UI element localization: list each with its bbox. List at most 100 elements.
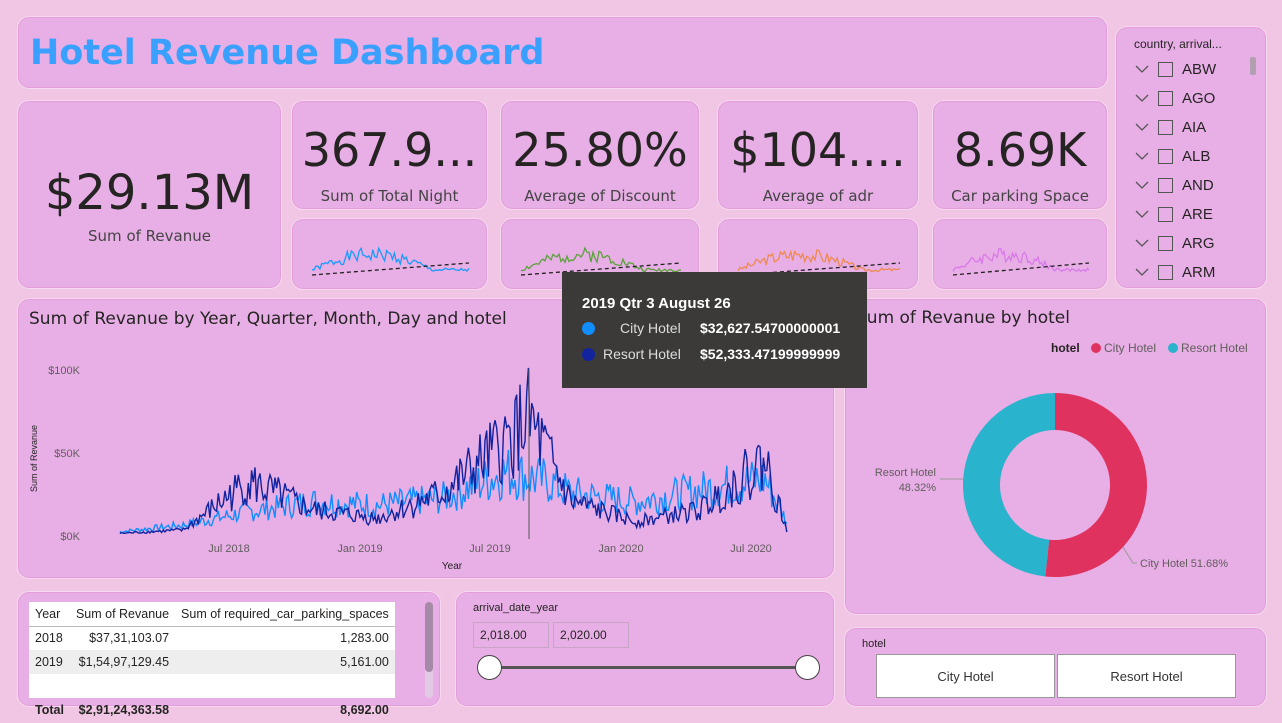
total-cell: Total — [35, 703, 64, 717]
sparkline-path — [952, 247, 1090, 273]
hotel-button-city[interactable]: City Hotel — [876, 654, 1055, 698]
slicer-item-label: ABW — [1182, 60, 1217, 78]
checkbox[interactable] — [1158, 90, 1173, 106]
sparkline-trend — [311, 262, 470, 276]
cell: $37,31,103.07 — [89, 631, 170, 646]
page-title: Hotel Revenue Dashboard — [30, 33, 545, 73]
kpi-revenue-label: Sum of Revanue — [88, 227, 211, 245]
year-to-input[interactable]: 2,020.00 — [553, 622, 629, 648]
x-tick-jul2018: Jul 2018 — [208, 543, 250, 555]
tooltip-city-value: $32,627.54700000001 — [700, 320, 841, 336]
chevron-down-icon[interactable] — [1134, 206, 1150, 222]
slicer-item-and[interactable]: AND — [1134, 174, 1214, 196]
table-scrollbar[interactable] — [425, 602, 433, 698]
kpi-adr-card: $104.... Average of adr — [717, 100, 919, 210]
slicer-item-are[interactable]: ARE — [1134, 203, 1213, 225]
chevron-down-icon[interactable] — [1134, 61, 1150, 77]
legend-city-label[interactable]: City Hotel — [1104, 341, 1156, 355]
x-tick-jan2019: Jan 2019 — [337, 543, 382, 555]
chart-tooltip: 2019 Qtr 3 August 26 City Hotel $32,627.… — [562, 272, 867, 388]
cell: 1,283.00 — [340, 631, 389, 646]
donut-resort-pct: 48.32% — [899, 482, 937, 494]
slicer-item-label: ARM — [1182, 263, 1216, 281]
slicer-item-label: ARE — [1182, 205, 1213, 223]
year-from-input[interactable]: 2,018.00 — [473, 622, 549, 648]
checkbox[interactable] — [1158, 61, 1173, 77]
legend-city-dot — [1091, 343, 1101, 353]
table-row[interactable]: 2018 $37,31,103.07 1,283.00 — [29, 626, 395, 650]
title-card: Hotel Revenue Dashboard — [17, 16, 1108, 89]
sparkline-path — [311, 246, 470, 273]
checkbox[interactable] — [1158, 264, 1173, 280]
slicer-item-aia[interactable]: AIA — [1134, 116, 1206, 138]
table-header-row: Year Sum of Revanue Sum of required_car_… — [29, 602, 395, 626]
slicer-scrollbar[interactable] — [1250, 57, 1256, 75]
tooltip-resort-dot — [582, 348, 595, 361]
checkbox[interactable] — [1158, 206, 1173, 222]
table-card: Year Sum of Revanue Sum of required_car_… — [17, 591, 441, 717]
chevron-down-icon[interactable] — [1134, 177, 1150, 193]
donut-city-label: City Hotel 51.68% — [1140, 558, 1228, 570]
slicer-header: country, arrival... — [1134, 37, 1222, 51]
donut-city-leader — [1120, 543, 1137, 564]
checkbox[interactable] — [1158, 119, 1173, 135]
tooltip-row-city: City Hotel $32,627.54700000001 — [582, 320, 862, 340]
kpi-parking-card: 8.69K Car parking Space — [932, 100, 1108, 210]
legend-resort-dot — [1168, 343, 1178, 353]
cell: 2018 — [35, 631, 63, 646]
chevron-down-icon[interactable] — [1134, 264, 1150, 280]
slicer-item-alb[interactable]: ALB — [1134, 145, 1210, 167]
table-row[interactable]: 2019 $1,54,97,129.45 5,161.00 — [29, 650, 395, 674]
checkbox[interactable] — [1158, 148, 1173, 164]
col-year[interactable]: Year — [29, 602, 70, 626]
donut-slice-resort-hotel[interactable] — [963, 393, 1055, 577]
slicer-item-arm[interactable]: ARM — [1134, 261, 1215, 283]
donut-resort-label: Resort Hotel — [875, 467, 936, 479]
y-axis-label: Sum of Revanue — [29, 425, 39, 492]
donut-card: Sum of Revanue by hotel hotel City Hotel… — [844, 298, 1267, 615]
legend-resort-label[interactable]: Resort Hotel — [1181, 341, 1248, 355]
hotel-button-resort[interactable]: Resort Hotel — [1057, 654, 1236, 698]
year-slider-track[interactable] — [489, 666, 809, 669]
kpi-revenue-value: $29.13M — [44, 165, 255, 221]
slicer-item-ago[interactable]: AGO — [1134, 87, 1215, 109]
slicer-item-label: AIA — [1182, 118, 1207, 136]
year-slicer-label: arrival_date_year — [473, 602, 558, 614]
kpi-parking-value: 8.69K — [953, 123, 1087, 177]
chevron-down-icon[interactable] — [1134, 235, 1150, 251]
slicer-item-arg[interactable]: ARG — [1134, 232, 1215, 254]
chevron-down-icon[interactable] — [1134, 90, 1150, 106]
donut-chart[interactable]: hotel City Hotel Resort Hotel Resort Hot… — [845, 299, 1268, 616]
year-slicer-card: arrival_date_year 2,018.00 2,020.00 — [455, 591, 835, 707]
kpi-adr-label: Average of adr — [762, 187, 874, 205]
tooltip-city-dot — [582, 322, 595, 335]
slicer-item-abw[interactable]: ABW — [1134, 58, 1216, 80]
kpi-discount-card: 25.80% Average of Discount — [500, 100, 700, 210]
y-tick-0k: $0K — [60, 531, 80, 543]
kpi-nights-value: 367.9... — [301, 123, 478, 177]
y-tick-50k: $50K — [54, 448, 80, 460]
total-cell: 8,692.00 — [340, 703, 389, 717]
donut-slice-city-hotel[interactable] — [1045, 393, 1147, 577]
year-slider-handle-left[interactable] — [477, 655, 502, 680]
x-axis-label: Year — [442, 561, 463, 572]
sparkline-parking-card — [932, 218, 1108, 290]
checkbox[interactable] — [1158, 177, 1173, 193]
col-parking[interactable]: Sum of required_car_parking_spaces — [175, 602, 395, 626]
kpi-adr-value: $104.... — [730, 123, 906, 177]
y-tick-100k: $100K — [48, 365, 80, 377]
chevron-down-icon[interactable] — [1134, 148, 1150, 164]
sparkline-nights — [311, 246, 470, 276]
tooltip-header: 2019 Qtr 3 August 26 — [582, 295, 731, 312]
year-slider-handle-right[interactable] — [795, 655, 820, 680]
tooltip-row-resort: Resort Hotel $52,333.47199999999 — [582, 346, 862, 366]
slicer-item-label: AND — [1182, 176, 1214, 194]
kpi-nights-label: Sum of Total Night — [320, 187, 459, 205]
kpi-parking-label: Car parking Space — [951, 187, 1089, 205]
col-revenue[interactable]: Sum of Revanue — [69, 602, 176, 626]
series-line-resort-hotel[interactable] — [119, 367, 788, 535]
x-tick-jul2019: Jul 2019 — [469, 543, 511, 555]
cell: $1,54,97,129.45 — [78, 655, 170, 669]
chevron-down-icon[interactable] — [1134, 119, 1150, 135]
checkbox[interactable] — [1158, 235, 1173, 251]
